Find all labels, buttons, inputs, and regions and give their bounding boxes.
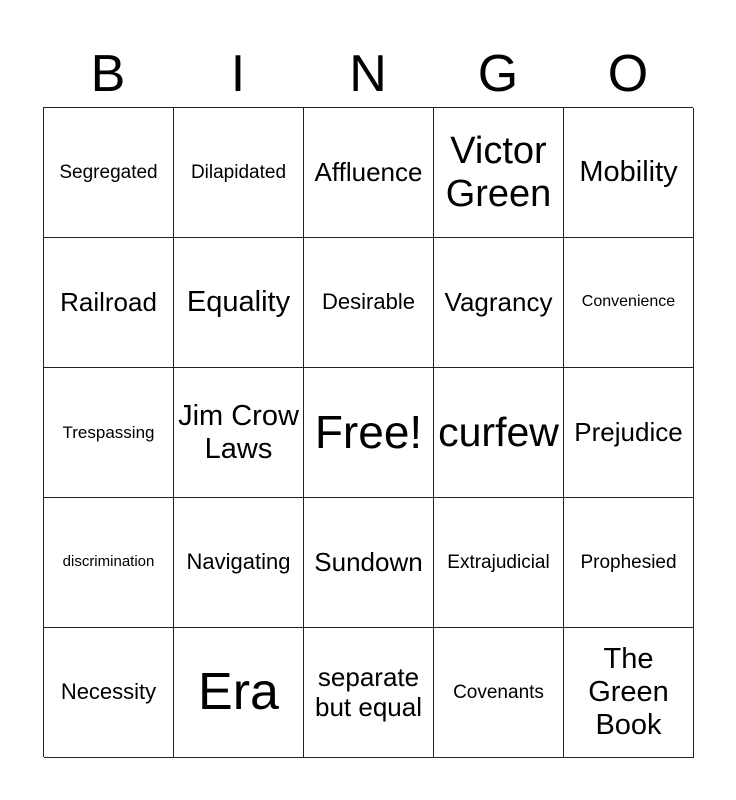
header-letter-n: N: [349, 45, 387, 103]
bingo-cell: Railroad: [44, 238, 174, 368]
bingo-cell: Victor Green: [434, 108, 564, 238]
bingo-cell: discrimination: [44, 498, 174, 628]
bingo-cell: Sundown: [304, 498, 434, 628]
bingo-cell: Dilapidated: [174, 108, 304, 238]
bingo-cell: Mobility: [564, 108, 694, 238]
bingo-cell: Affluence: [304, 108, 434, 238]
bingo-cell: The Green Book: [564, 628, 694, 758]
bingo-cell: Vagrancy: [434, 238, 564, 368]
bingo-cell: Segregated: [44, 108, 174, 238]
bingo-cell: separate but equal: [304, 628, 434, 758]
header-letter-g: G: [477, 45, 519, 103]
bingo-header: B I N G O: [43, 44, 693, 104]
bingo-cell: Prejudice: [564, 368, 694, 498]
free-space: Free!: [304, 368, 434, 498]
bingo-cell: Jim Crow Laws: [174, 368, 304, 498]
bingo-card-grid: Segregated Dilapidated Affluence Victor …: [43, 107, 694, 758]
header-letter-b: B: [90, 45, 126, 103]
bingo-cell: Era: [174, 628, 304, 758]
header-letter-i: I: [230, 45, 246, 103]
bingo-cell: Equality: [174, 238, 304, 368]
header-letter-o: O: [607, 45, 649, 103]
bingo-cell: Navigating: [174, 498, 304, 628]
bingo-cell: Extrajudicial: [434, 498, 564, 628]
bingo-cell: Covenants: [434, 628, 564, 758]
bingo-cell: Trespassing: [44, 368, 174, 498]
bingo-cell: Necessity: [44, 628, 174, 758]
bingo-cell: Prophesied: [564, 498, 694, 628]
bingo-cell: curfew: [434, 368, 564, 498]
bingo-cell: Convenience: [564, 238, 694, 368]
bingo-cell: Desirable: [304, 238, 434, 368]
